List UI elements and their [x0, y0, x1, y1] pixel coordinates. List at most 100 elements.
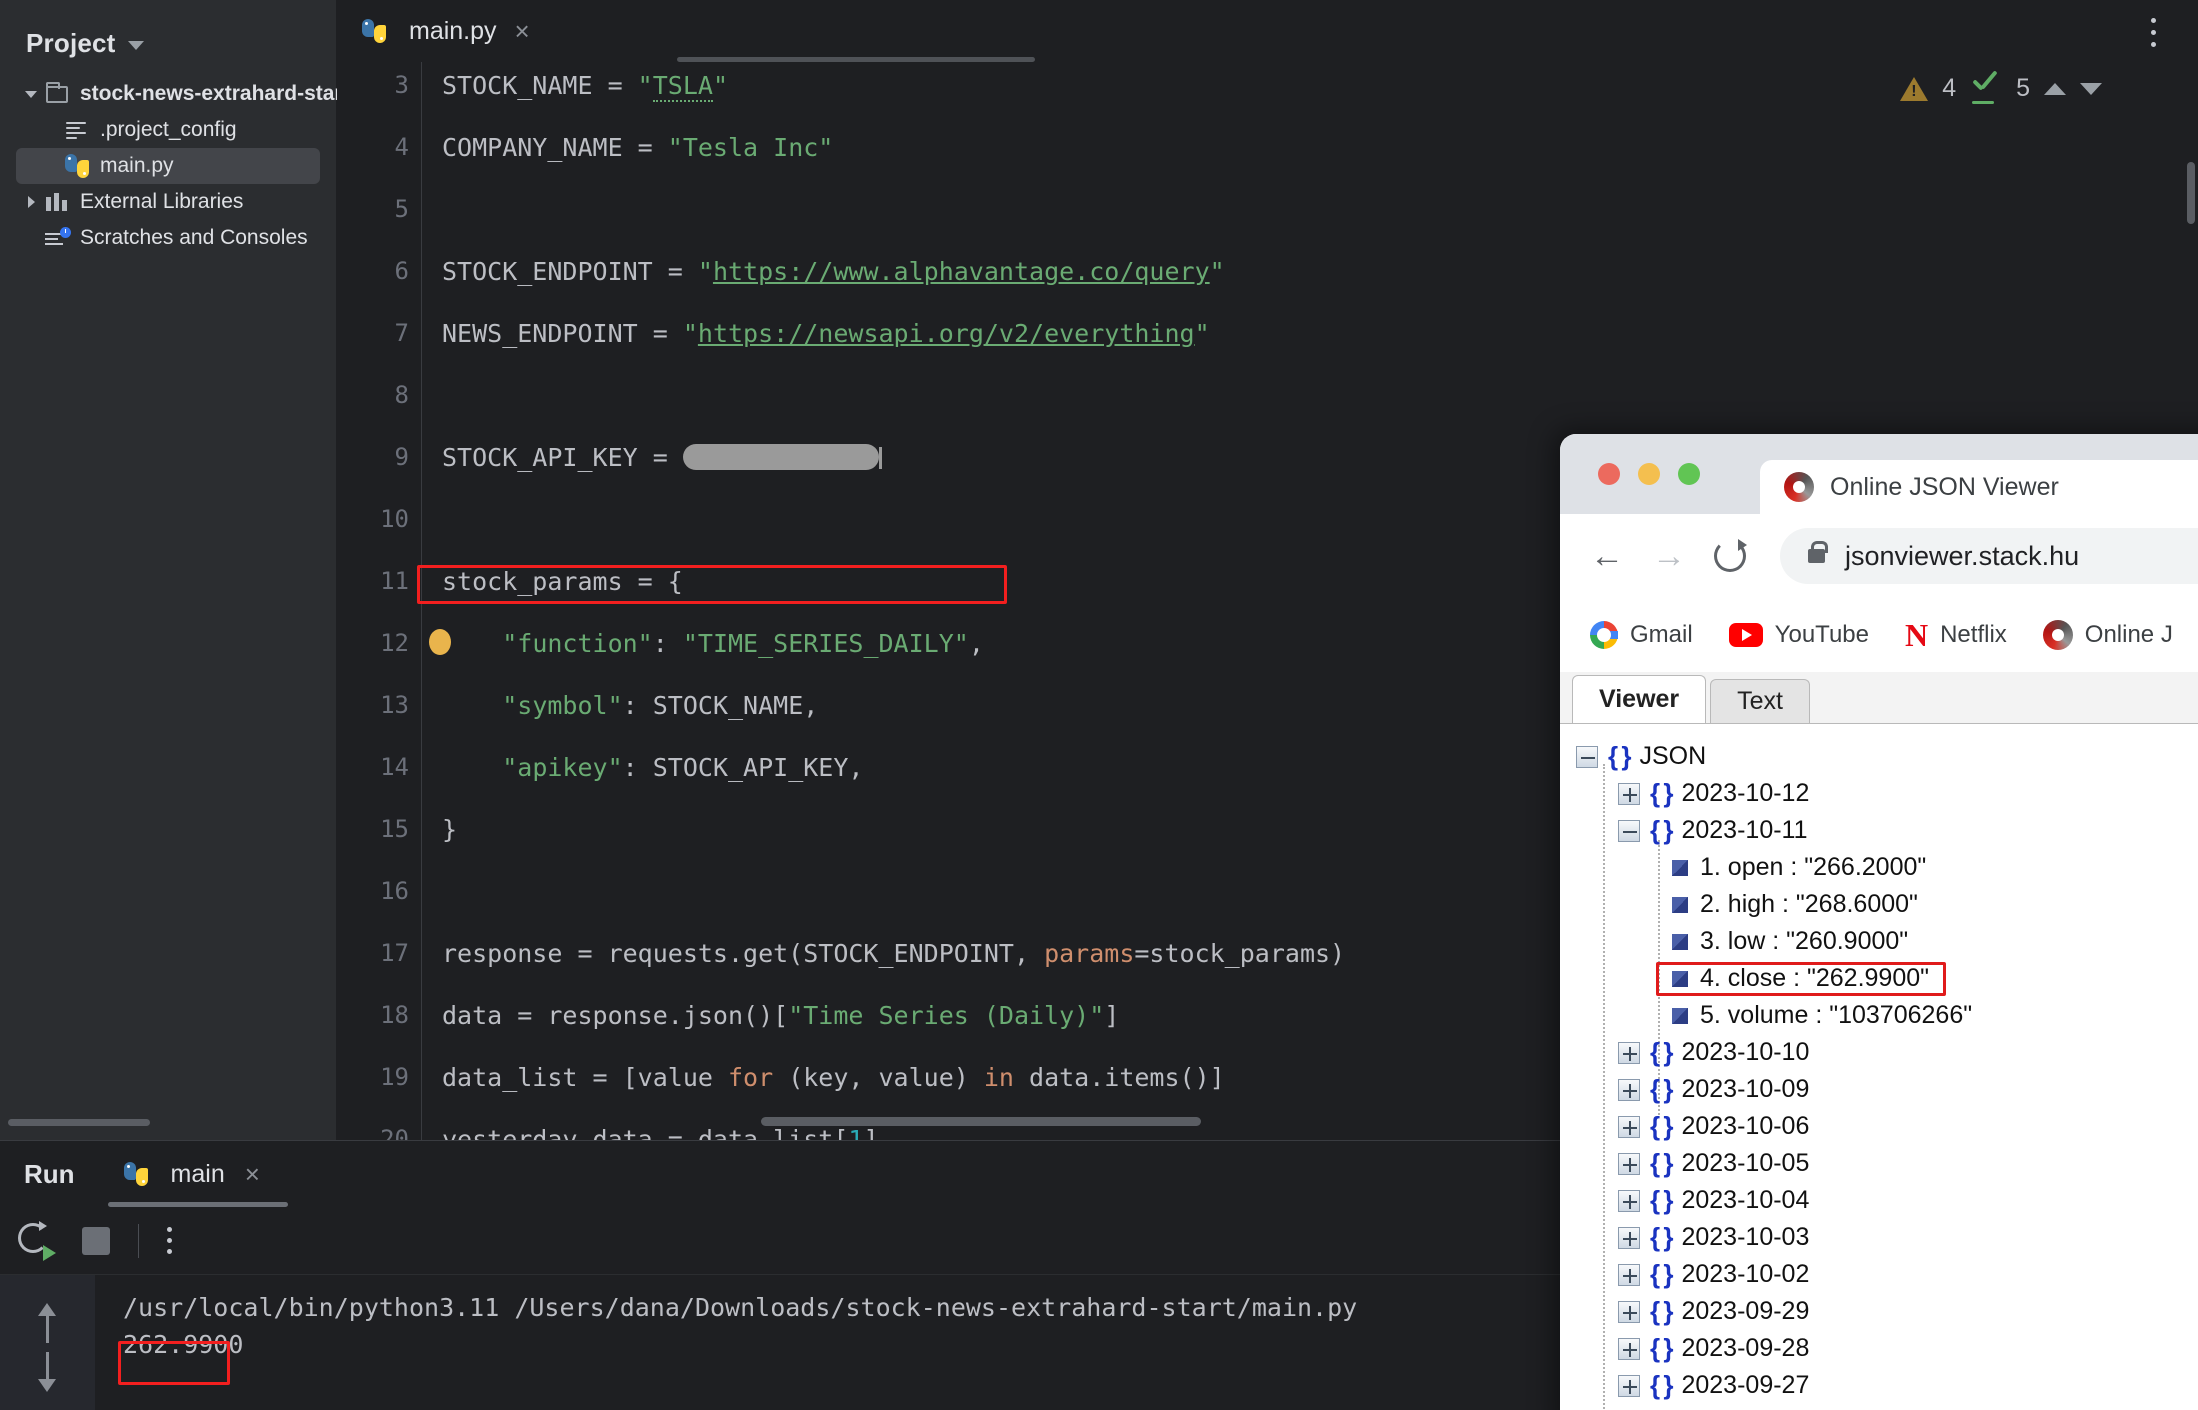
- value-square-icon: [1672, 970, 1688, 987]
- json-leaf-open[interactable]: 1. open : "266.2000": [1576, 849, 2198, 886]
- json-node[interactable]: { } 2023-09-28: [1576, 1330, 2198, 1367]
- tab-main-py[interactable]: main.py ×: [337, 0, 550, 62]
- code-text: "symbol": STOCK_NAME,: [502, 691, 819, 720]
- back-icon[interactable]: ←: [1590, 539, 1624, 573]
- line-number: 7: [394, 319, 409, 347]
- json-node[interactable]: { } 2023-10-12: [1576, 775, 2198, 812]
- json-node[interactable]: { }2023-09-26: [1576, 1404, 2198, 1410]
- json-node[interactable]: { } 2023-10-09: [1576, 1071, 2198, 1108]
- browser-tab[interactable]: Online JSON Viewer ×: [1760, 460, 2198, 514]
- line-number: 6: [394, 257, 409, 285]
- editor-vertical-scrollbar[interactable]: [2187, 162, 2195, 224]
- editor-horizontal-scrollbar[interactable]: [761, 1117, 1201, 1126]
- rerun-icon[interactable]: [18, 1220, 56, 1261]
- json-node[interactable]: { } 2023-09-27: [1576, 1367, 2198, 1404]
- minimize-window-button[interactable]: [1638, 463, 1660, 485]
- line-number: 13: [380, 691, 409, 719]
- expand-toggle-icon[interactable]: [1618, 1263, 1640, 1286]
- tab-viewer[interactable]: Viewer: [1572, 675, 1707, 723]
- value-square-icon: [1672, 859, 1688, 876]
- zoom-window-button[interactable]: [1678, 463, 1700, 485]
- bookmarks-bar: Gmail YouTube N Netflix Online J: [1560, 598, 2198, 672]
- chevron-down-icon[interactable]: [127, 40, 144, 50]
- stop-icon[interactable]: [82, 1226, 110, 1255]
- sidebar-item-project-config[interactable]: .project_config: [0, 112, 336, 148]
- tab-text[interactable]: Text: [1710, 679, 1811, 723]
- tree-item-label: External Libraries: [80, 190, 244, 213]
- json-node[interactable]: { } 2023-10-10: [1576, 1034, 2198, 1071]
- run-tab-main[interactable]: main ×: [121, 1159, 260, 1190]
- more-options-icon[interactable]: [167, 1227, 172, 1254]
- json-node[interactable]: { } 2023-10-04: [1576, 1182, 2198, 1219]
- jsonviewer-icon: [2042, 620, 2073, 650]
- forward-icon[interactable]: →: [1652, 539, 1686, 573]
- disclosure-triangle-collapsed-icon[interactable]: [20, 196, 42, 208]
- json-leaf-high[interactable]: 2. high : "268.6000": [1576, 886, 2198, 923]
- bookmark-gmail[interactable]: Gmail: [1590, 621, 1693, 649]
- code-text: NEWS_ENDPOINT = "https://newsapi.org/v2/…: [442, 319, 1210, 348]
- json-node-root[interactable]: { } JSON: [1576, 738, 2198, 775]
- expand-toggle-icon[interactable]: [1618, 1337, 1640, 1360]
- braces-icon: { }: [1650, 1333, 1674, 1363]
- sidebar-item-stock-news-extrahard-start[interactable]: stock-news-extrahard-start: [0, 76, 350, 112]
- reload-icon[interactable]: [1714, 539, 1747, 572]
- address-bar[interactable]: jsonviewer.stack.hu: [1780, 528, 2198, 584]
- lock-icon: [1808, 541, 1828, 563]
- run-tab-label: main: [170, 1159, 225, 1188]
- close-icon[interactable]: ×: [245, 1159, 260, 1190]
- collapse-toggle-icon[interactable]: [1618, 819, 1640, 842]
- sidebar-item-scratches-and-consoles[interactable]: Scratches and Consoles: [0, 220, 336, 256]
- expand-toggle-icon[interactable]: [1618, 1226, 1640, 1249]
- disclosure-triangle-icon[interactable]: [20, 90, 42, 98]
- expand-toggle-icon[interactable]: [1618, 782, 1640, 805]
- sidebar-item-external-libraries[interactable]: External Libraries: [0, 184, 336, 220]
- code-text: STOCK_ENDPOINT = "https://www.alphavanta…: [442, 257, 1225, 286]
- line-number: 14: [380, 753, 409, 781]
- json-leaf-close[interactable]: 4. close : "262.9900": [1576, 960, 2198, 997]
- bookmark-netflix[interactable]: N Netflix: [1905, 619, 2007, 651]
- close-icon[interactable]: ×: [515, 18, 530, 44]
- bookmark-label: Gmail: [1630, 621, 1693, 648]
- code-line: 4 COMPANY_NAME = "Tesla Inc": [337, 132, 2198, 163]
- close-window-button[interactable]: [1598, 463, 1620, 485]
- json-node-label: 2023-10-11: [1681, 816, 1808, 844]
- collapse-toggle-icon[interactable]: [1576, 745, 1598, 768]
- window-traffic-lights[interactable]: [1598, 463, 1700, 485]
- json-node[interactable]: { } 2023-10-02: [1576, 1256, 2198, 1293]
- expand-toggle-icon[interactable]: [1618, 1115, 1640, 1138]
- json-node[interactable]: { } 2023-09-29: [1576, 1293, 2198, 1330]
- braces-icon: { }: [1650, 1370, 1674, 1400]
- json-node[interactable]: { } 2023-10-05: [1576, 1145, 2198, 1182]
- json-node[interactable]: { } 2023-10-11: [1576, 812, 2198, 849]
- project-panel: Project stock-news-extrahard-start .proj…: [0, 0, 350, 1140]
- line-number: 8: [394, 381, 409, 409]
- braces-icon: { }: [1650, 1037, 1674, 1067]
- inlay-hint-dot[interactable]: [429, 629, 451, 655]
- sidebar-item-main-py[interactable]: main.py: [16, 148, 320, 184]
- json-node-label: 2023-09-28: [1681, 1334, 1810, 1362]
- expand-toggle-icon[interactable]: [1618, 1078, 1640, 1101]
- expand-toggle-icon[interactable]: [1618, 1374, 1640, 1397]
- project-panel-header[interactable]: Project: [0, 0, 336, 64]
- expand-toggle-icon[interactable]: [1618, 1152, 1640, 1175]
- console-output-value: 262.9900: [123, 1330, 244, 1359]
- expand-toggle-icon[interactable]: [1618, 1041, 1640, 1064]
- tab-label: Text: [1737, 687, 1784, 715]
- browser-content: Viewer Text { } JSON { } 2023-10-12 {} …: [1560, 672, 2198, 1410]
- json-leaf-volume[interactable]: 5. volume : "103706266": [1576, 997, 2198, 1034]
- json-node[interactable]: { } 2023-10-03: [1576, 1219, 2198, 1256]
- python-file-icon: [359, 19, 389, 43]
- bookmark-online-json-viewer[interactable]: Online J: [2042, 620, 2173, 650]
- code-line: 7 NEWS_ENDPOINT = "https://newsapi.org/v2…: [337, 318, 2198, 349]
- expand-toggle-icon[interactable]: [1618, 1300, 1640, 1323]
- more-options-icon[interactable]: [2136, 14, 2170, 50]
- json-node[interactable]: { } 2023-10-06: [1576, 1108, 2198, 1145]
- bookmark-youtube[interactable]: YouTube: [1728, 621, 1869, 649]
- scratches-icon: [42, 227, 72, 247]
- code-text: stock_params = {: [442, 567, 683, 596]
- project-panel-horizontal-scrollbar[interactable]: [8, 1119, 150, 1126]
- json-leaf-low[interactable]: 3. low : "260.9000": [1576, 923, 2198, 960]
- tree-item-label: stock-news-extrahard-start: [80, 82, 350, 105]
- braces-icon: { }: [1650, 1259, 1674, 1289]
- expand-toggle-icon[interactable]: [1618, 1189, 1640, 1212]
